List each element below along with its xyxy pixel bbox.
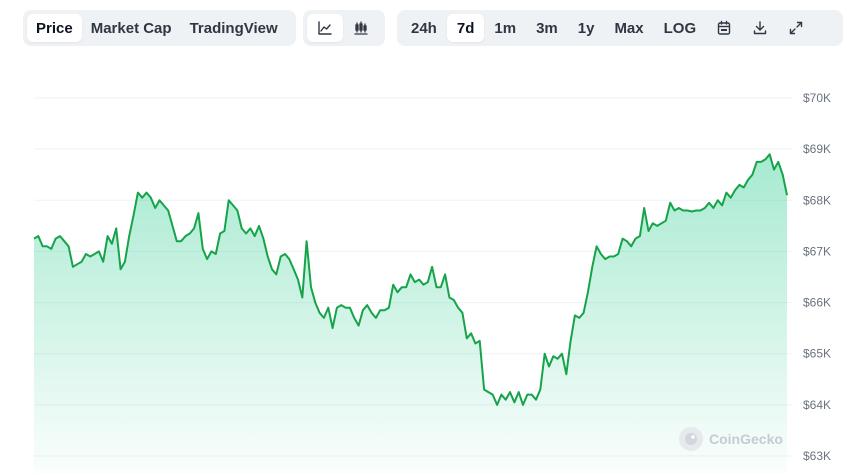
chart-toolbar: Price Market Cap TradingView 24h 7d 1m 3…	[23, 10, 845, 46]
tab-market-cap[interactable]: Market Cap	[82, 14, 181, 42]
coingecko-logo-icon	[679, 427, 703, 451]
line-chart-icon	[318, 21, 332, 35]
chart-type-group	[303, 10, 385, 46]
range-3m[interactable]: 3m	[526, 14, 568, 42]
calendar-icon	[717, 20, 731, 35]
y-tick-label: $68K	[803, 193, 831, 207]
watermark-text: CoinGecko	[709, 431, 783, 447]
candlestick-chart-icon	[354, 21, 368, 35]
coingecko-watermark: CoinGecko	[679, 427, 783, 451]
line-chart-button[interactable]	[307, 14, 343, 42]
price-chart[interactable]: $70K $69K $68K $67K $66K $65K $64K $63K	[0, 60, 857, 474]
tab-tradingview[interactable]: TradingView	[181, 14, 287, 42]
expand-button[interactable]	[778, 14, 814, 42]
y-tick-label: $70K	[803, 91, 831, 105]
range-toolbar-group: 24h 7d 1m 3m 1y Max LOG	[397, 10, 843, 46]
y-tick-label: $65K	[803, 347, 831, 361]
range-1m[interactable]: 1m	[484, 14, 526, 42]
price-area-fill	[34, 154, 787, 474]
tab-price[interactable]: Price	[27, 14, 82, 42]
candlestick-chart-button[interactable]	[343, 14, 379, 42]
calendar-button[interactable]	[706, 14, 742, 42]
y-tick-label: $64K	[803, 398, 831, 412]
range-max[interactable]: Max	[604, 14, 653, 42]
y-tick-label: $69K	[803, 142, 831, 156]
price-chart-svg: $70K $69K $68K $67K $66K $65K $64K $63K	[33, 91, 831, 474]
y-tick-label: $63K	[803, 449, 831, 463]
download-button[interactable]	[742, 14, 778, 42]
range-1y[interactable]: 1y	[568, 14, 605, 42]
metric-tab-group: Price Market Cap TradingView	[23, 10, 296, 46]
log-scale-toggle[interactable]: LOG	[654, 14, 707, 42]
download-icon	[753, 21, 767, 35]
range-24h[interactable]: 24h	[401, 14, 447, 42]
y-tick-label: $66K	[803, 296, 831, 310]
expand-icon	[789, 21, 803, 35]
y-tick-label: $67K	[803, 244, 831, 258]
range-7d[interactable]: 7d	[446, 14, 485, 42]
